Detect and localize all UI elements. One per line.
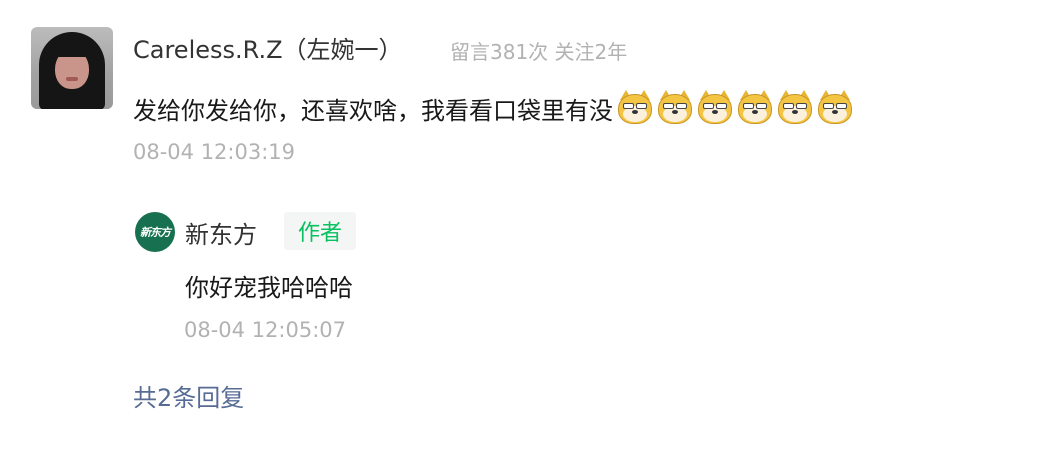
reply-author-avatar[interactable]: 新东方: [135, 212, 175, 252]
reply-timestamp: 08-04 12:05:07: [184, 318, 347, 342]
reply-text: 你好宠我哈哈哈: [185, 274, 353, 302]
doge-emoji-icon: [777, 90, 813, 126]
commenter-avatar[interactable]: [31, 27, 113, 109]
comment-item: Careless.R.Z（左婉一） 留言381次 关注2年 发给你发给你，还喜欢…: [0, 0, 1053, 455]
comment-text: 发给你发给你，还喜欢啥，我看看口袋里有没: [133, 96, 613, 125]
comment-timestamp: 08-04 12:03:19: [133, 140, 296, 164]
author-badge: 作者: [284, 212, 356, 250]
doge-emoji-icon: [817, 90, 853, 126]
doge-emoji-icon: [657, 90, 693, 126]
doge-emoji-icon: [697, 90, 733, 126]
view-replies-link[interactable]: 共2条回复: [133, 378, 244, 413]
doge-emoji-icon: [737, 90, 773, 126]
comment-content: 发给你发给你，还喜欢啥，我看看口袋里有没: [133, 88, 853, 128]
commenter-meta: 留言381次 关注2年: [450, 40, 628, 64]
commenter-name[interactable]: Careless.R.Z（左婉一）: [133, 30, 403, 65]
reply-author-name[interactable]: 新东方: [185, 215, 257, 250]
reply-avatar-logo: 新东方: [140, 226, 171, 239]
doge-emoji-icon: [617, 90, 653, 126]
